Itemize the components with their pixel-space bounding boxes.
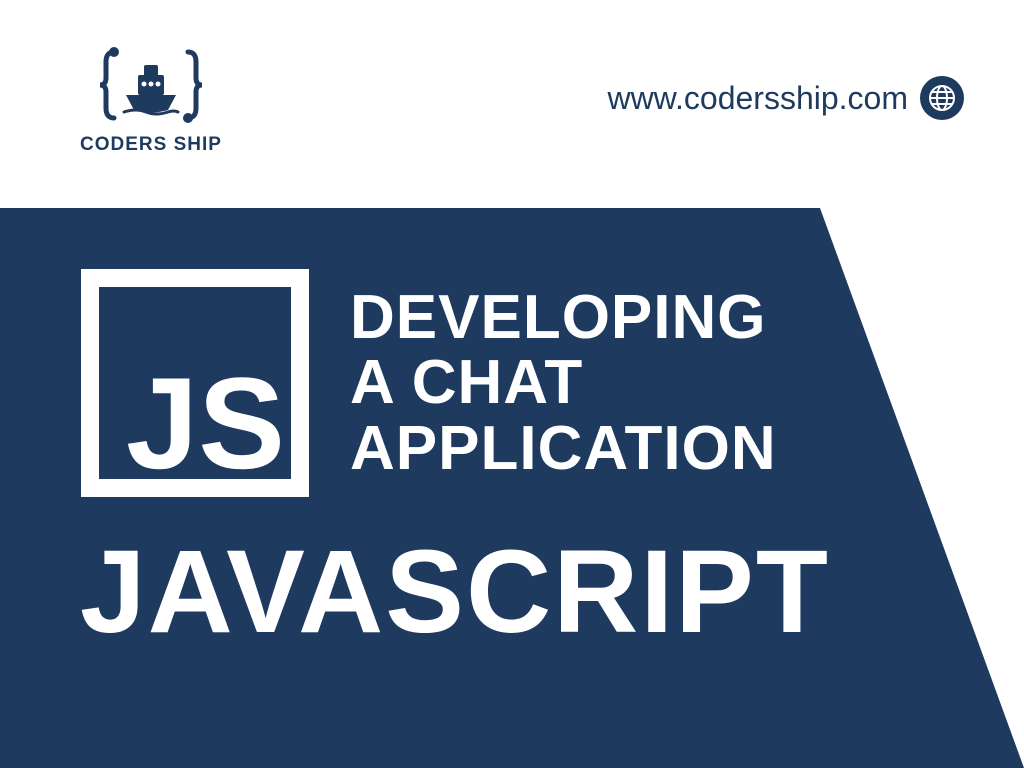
main-banner: JS DEVELOPING A CHAT APPLICATION JAVASCR… <box>0 208 1024 768</box>
brand-name: CODERS SHIP <box>80 134 222 156</box>
js-logo-icon: JS <box>80 268 310 498</box>
globe-icon <box>920 76 964 120</box>
banner-content: JS DEVELOPING A CHAT APPLICATION JAVASCR… <box>0 208 1024 711</box>
url-section: www.codersship.com <box>607 76 964 120</box>
title-block: DEVELOPING A CHAT APPLICATION <box>350 285 777 480</box>
title-line-2: A CHAT <box>350 350 777 415</box>
title-row: JS DEVELOPING A CHAT APPLICATION <box>80 268 944 498</box>
subtitle: JAVASCRIPT <box>80 533 944 651</box>
website-url[interactable]: www.codersship.com <box>607 80 908 117</box>
brand-logo: CODERS SHIP <box>80 40 222 156</box>
header: CODERS SHIP www.codersship.com <box>0 0 1024 186</box>
ship-logo-icon <box>96 40 206 130</box>
title-line-3: APPLICATION <box>350 416 777 481</box>
js-label: JS <box>126 350 285 496</box>
title-line-1: DEVELOPING <box>350 285 777 350</box>
